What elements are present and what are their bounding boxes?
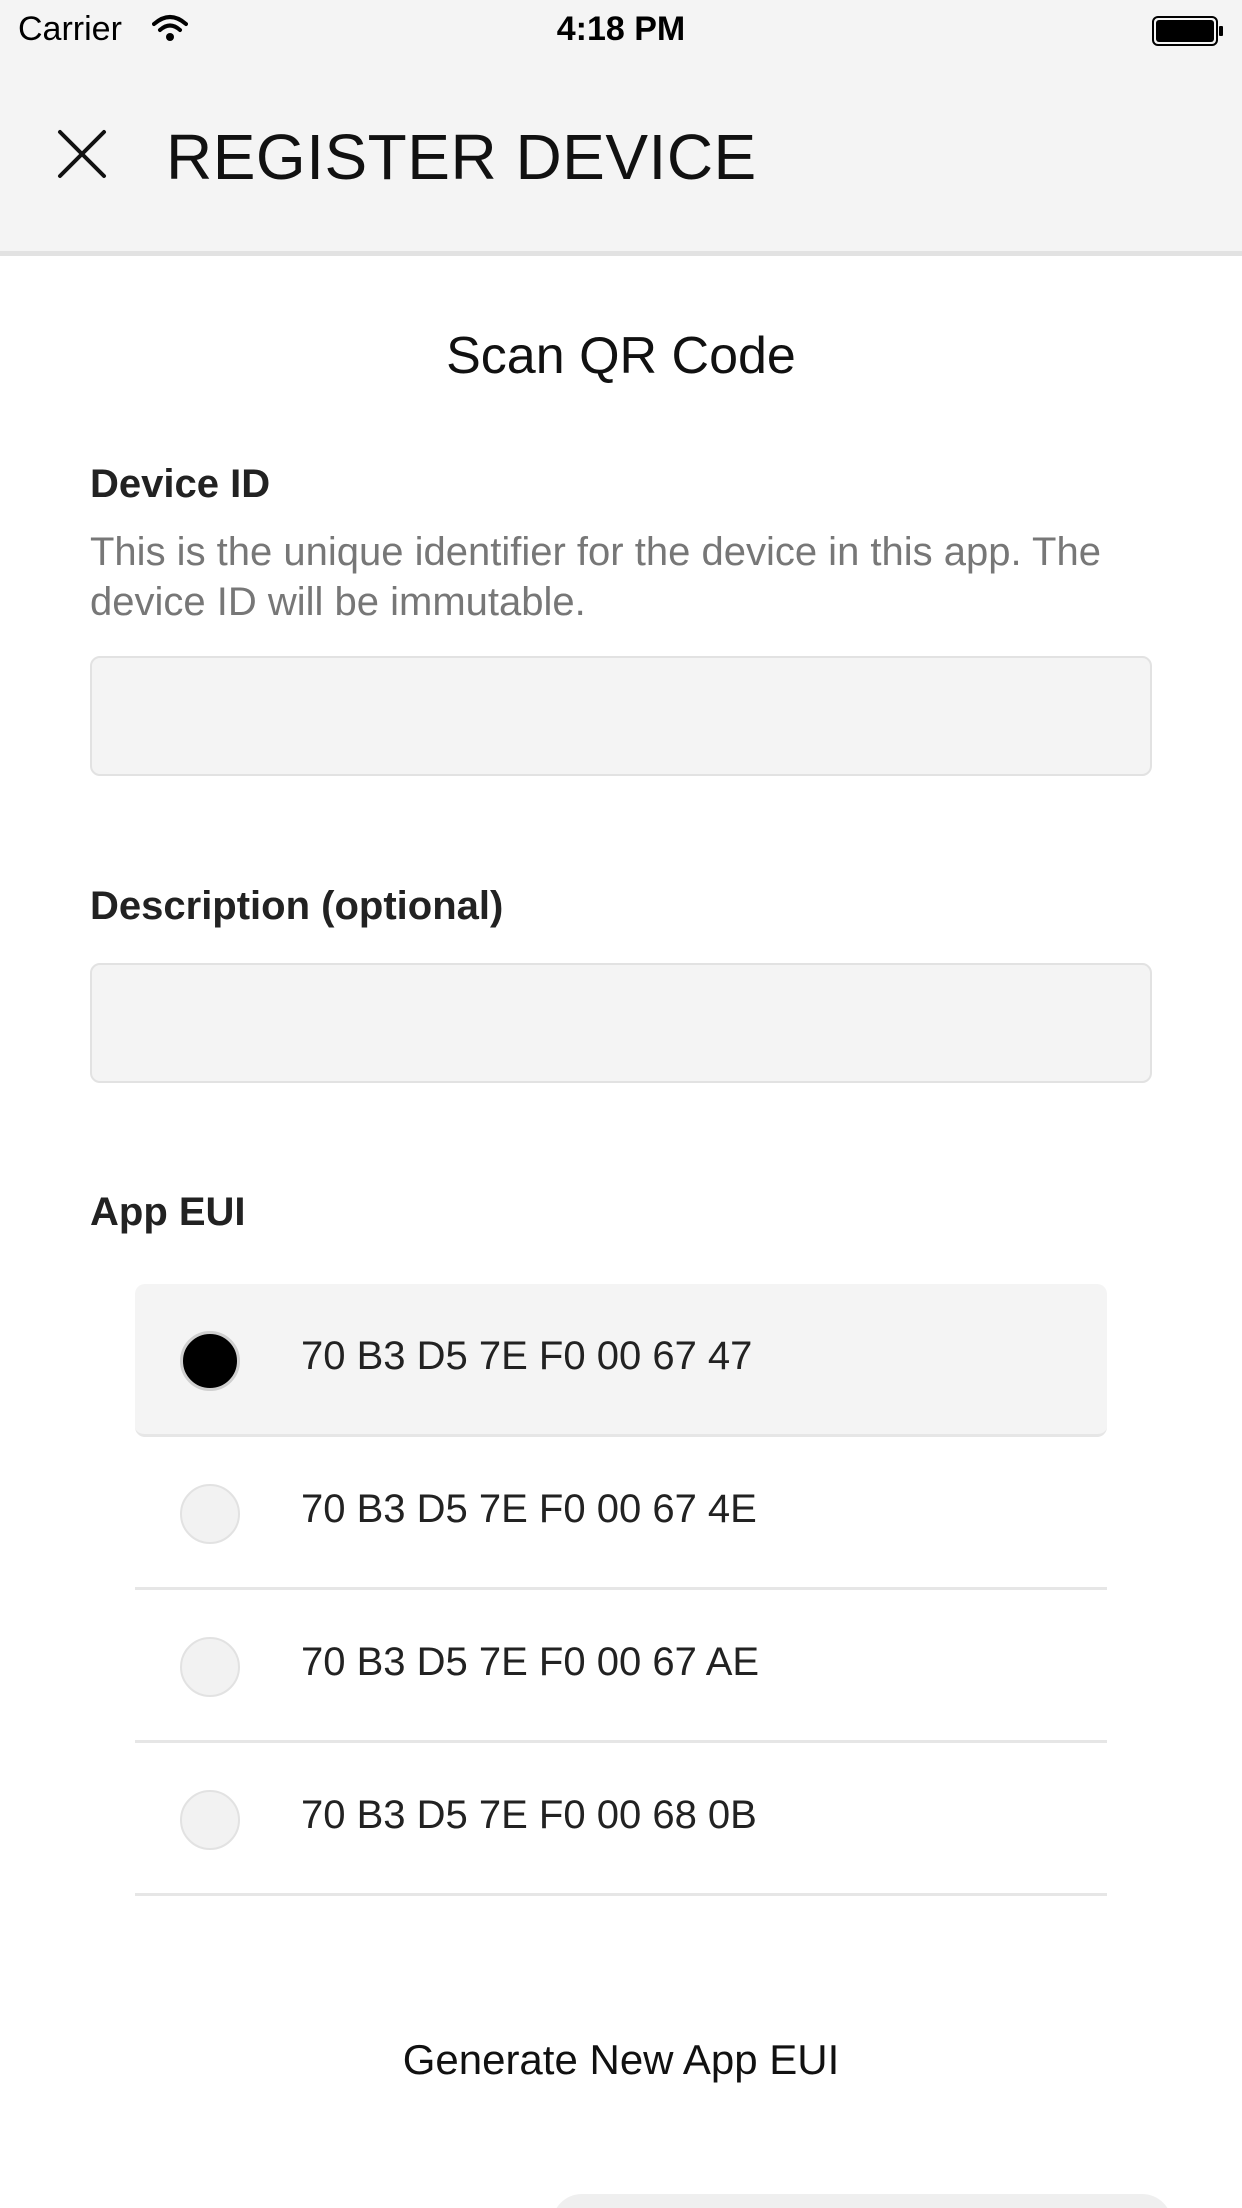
device-id-input[interactable] [92, 658, 1150, 774]
description-label: Description (optional) [90, 884, 504, 928]
app-eui-value: 70 B3 D5 7E F0 00 67 AE [301, 1640, 760, 1684]
close-button[interactable] [44, 116, 120, 192]
description-input[interactable] [92, 965, 1150, 1081]
app-eui-value: 70 B3 D5 7E F0 00 68 0B [301, 1793, 757, 1837]
submit-button[interactable] [552, 2194, 1172, 2208]
app-eui-option[interactable]: 70 B3 D5 7E F0 00 68 0B [135, 1743, 1107, 1896]
page-title: REGISTER DEVICE [166, 121, 757, 193]
app-eui-option[interactable]: 70 B3 D5 7E F0 00 67 AE [135, 1590, 1107, 1743]
close-icon [58, 130, 106, 178]
status-bar: Carrier 4:18 PM [0, 0, 1242, 62]
generate-app-eui-button[interactable]: Generate New App EUI [0, 2036, 1242, 2084]
radio-icon[interactable] [180, 1331, 240, 1391]
device-id-help: This is the unique identifier for the de… [90, 530, 1101, 624]
scan-qr-code-button[interactable]: Scan QR Code [0, 326, 1242, 386]
app-eui-value: 70 B3 D5 7E F0 00 67 47 [301, 1334, 753, 1378]
radio-icon[interactable] [180, 1637, 240, 1697]
battery-icon [1152, 16, 1223, 46]
nav-bar: REGISTER DEVICE [0, 62, 1242, 256]
device-id-field[interactable] [90, 656, 1152, 776]
app-eui-value: 70 B3 D5 7E F0 00 67 4E [301, 1487, 757, 1531]
description-field[interactable] [90, 963, 1152, 1083]
status-time: 4:18 PM [556, 10, 686, 48]
app-eui-options: 70 B3 D5 7E F0 00 67 47 70 B3 D5 7E F0 0… [135, 1284, 1107, 1896]
app-eui-option[interactable]: 70 B3 D5 7E F0 00 67 47 [135, 1284, 1107, 1437]
radio-icon[interactable] [180, 1484, 240, 1544]
device-id-label: Device ID [90, 462, 271, 506]
radio-icon[interactable] [180, 1790, 240, 1850]
app-eui-option[interactable]: 70 B3 D5 7E F0 00 67 4E [135, 1437, 1107, 1590]
app-eui-label: App EUI [90, 1190, 246, 1234]
